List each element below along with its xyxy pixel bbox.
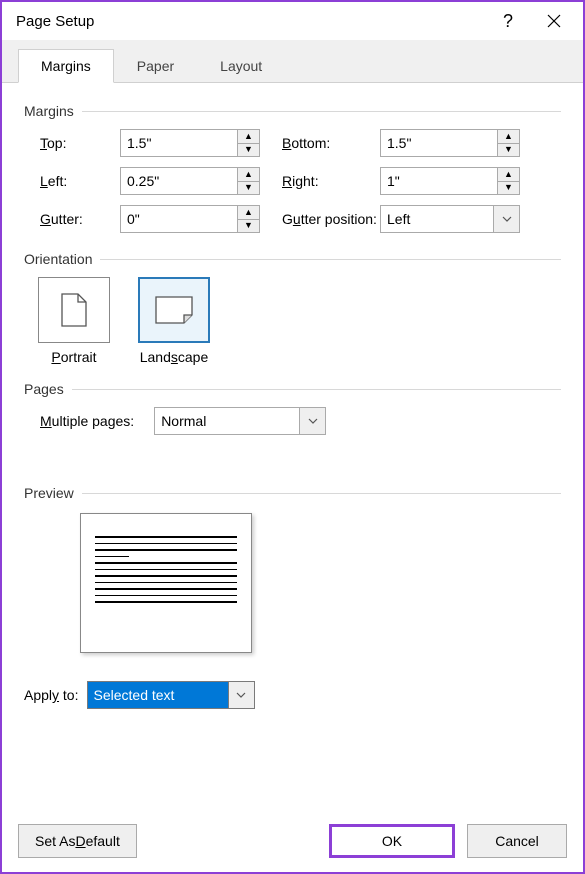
right-label: Right: [260,173,380,189]
down-arrow-icon[interactable]: ▼ [238,144,259,157]
gutter-spin-buttons[interactable]: ▲▼ [237,206,259,232]
gutter-spinner[interactable]: 0" ▲▼ [120,205,260,233]
margins-section-label: Margins [24,103,74,119]
help-button[interactable]: ? [485,5,531,37]
chevron-down-icon[interactable] [493,206,519,232]
multiple-pages-value: Normal [155,413,299,429]
bottom-label: Bottom: [260,135,380,151]
pages-row: Multiple pages: Normal [24,407,561,435]
top-label: Top: [40,135,120,151]
tab-paper-label: Paper [137,58,174,74]
footer: Set As Default OK Cancel [2,814,583,872]
chevron-down-icon[interactable] [228,682,254,708]
top-value: 1.5" [121,135,237,151]
close-icon [547,14,561,28]
orientation-section-header: Orientation [24,251,561,267]
down-arrow-icon[interactable]: ▼ [238,220,259,233]
tab-layout-label: Layout [220,58,262,74]
right-value: 1" [381,173,497,189]
multiple-pages-label: Multiple pages: [40,413,134,429]
chevron-down-icon[interactable] [299,408,325,434]
pages-section-label: Pages [24,381,64,397]
page-portrait-icon [60,292,88,328]
ok-button[interactable]: OK [329,824,455,858]
titlebar: Page Setup ? [2,2,583,40]
page-landscape-icon [154,295,194,325]
bottom-spinner[interactable]: 1.5" ▲▼ [380,129,520,157]
bottom-spin-buttons[interactable]: ▲▼ [497,130,519,156]
gutter-position-value: Left [381,211,493,227]
up-arrow-icon[interactable]: ▲ [498,168,519,182]
orientation-section-label: Orientation [24,251,92,267]
apply-to-combo[interactable]: Selected text [87,681,255,709]
up-arrow-icon[interactable]: ▲ [498,130,519,144]
right-spin-buttons[interactable]: ▲▼ [497,168,519,194]
down-arrow-icon[interactable]: ▼ [498,144,519,157]
right-spinner[interactable]: 1" ▲▼ [380,167,520,195]
tab-margins[interactable]: Margins [18,49,114,83]
down-arrow-icon[interactable]: ▼ [238,182,259,195]
orientation-landscape[interactable]: Landscape [138,277,210,365]
cancel-button[interactable]: Cancel [467,824,567,858]
apply-to-value: Selected text [88,682,228,708]
landscape-preview [138,277,210,343]
portrait-label: Portrait [51,349,96,365]
landscape-label: Landscape [140,349,209,365]
set-as-default-button[interactable]: Set As Default [18,824,137,858]
up-arrow-icon[interactable]: ▲ [238,130,259,144]
up-arrow-icon[interactable]: ▲ [238,168,259,182]
margins-section-header: Margins [24,103,561,119]
portrait-preview [38,277,110,343]
preview-section-header: Preview [24,485,561,501]
left-spinner[interactable]: 0.25" ▲▼ [120,167,260,195]
window-title: Page Setup [16,13,485,30]
preview-section-label: Preview [24,485,74,501]
apply-to-label: Apply to: [24,687,79,703]
left-label: Left: [40,173,120,189]
gutter-position-label: Gutter position: [260,211,380,227]
tab-layout[interactable]: Layout [197,49,285,83]
multiple-pages-combo[interactable]: Normal [154,407,326,435]
top-spin-buttons[interactable]: ▲▼ [237,130,259,156]
orientation-row: Portrait Landscape [24,277,561,365]
gutter-label: Gutter: [40,211,120,227]
up-arrow-icon[interactable]: ▲ [238,206,259,220]
ok-button-label: OK [382,833,402,849]
pages-section-header: Pages [24,381,561,397]
apply-row: Apply to: Selected text [24,681,561,709]
tab-paper[interactable]: Paper [114,49,197,83]
orientation-portrait[interactable]: Portrait [38,277,110,365]
left-value: 0.25" [121,173,237,189]
tab-margins-label: Margins [41,58,91,74]
page-setup-dialog: Page Setup ? Margins Paper Layout Margin… [0,0,585,874]
top-spinner[interactable]: 1.5" ▲▼ [120,129,260,157]
down-arrow-icon[interactable]: ▼ [498,182,519,195]
gutter-position-combo[interactable]: Left [380,205,520,233]
left-spin-buttons[interactable]: ▲▼ [237,168,259,194]
margins-grid: Top: 1.5" ▲▼ Bottom: 1.5" ▲▼ Left: 0.25"… [24,129,561,233]
bottom-value: 1.5" [381,135,497,151]
close-button[interactable] [531,5,577,37]
cancel-button-label: Cancel [495,833,539,849]
content-area: Margins Top: 1.5" ▲▼ Bottom: 1.5" ▲▼ Lef… [2,83,583,814]
preview-box [80,513,252,653]
tab-bar: Margins Paper Layout [2,40,583,83]
gutter-value: 0" [121,211,237,227]
